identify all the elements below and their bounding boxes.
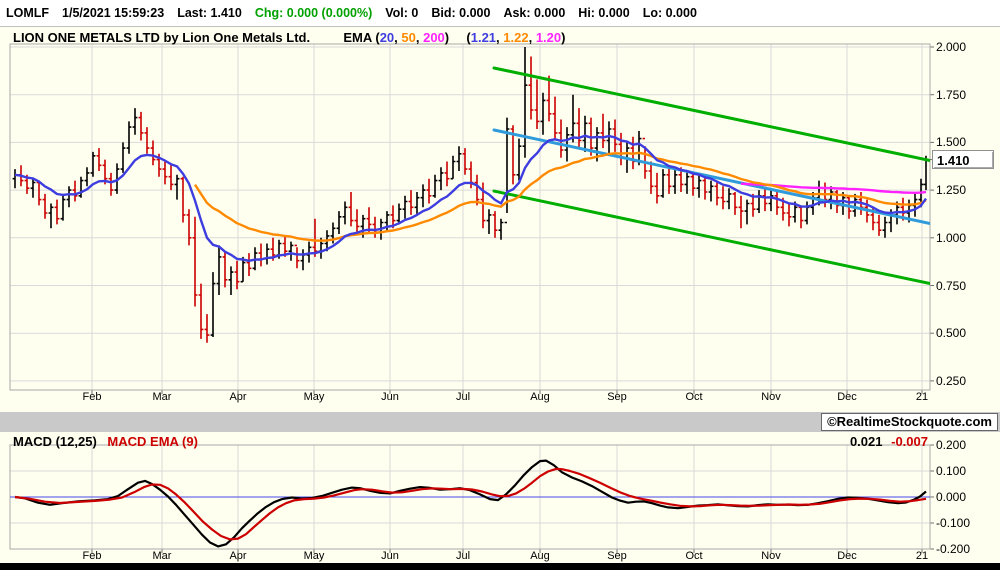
main-chart-plot-area[interactable]: [10, 44, 930, 390]
ema20-value: 1.21: [470, 30, 497, 45]
ema50-period: 50: [401, 30, 416, 45]
macd-signal-value: -0.007: [891, 434, 928, 449]
ema200-value: 1.20: [535, 30, 562, 45]
macd-plot-area[interactable]: [10, 445, 930, 549]
ema200-period: 200: [423, 30, 445, 45]
macd-label: MACD (12,25): [13, 434, 97, 449]
ema-legend: EMA (20, 50, 200): [343, 30, 450, 45]
chart-title: LION ONE METALS LTD by Lion One Metals L…: [13, 30, 311, 45]
ema20-period: 20: [379, 30, 395, 45]
ema-values: (1.21, 1.22, 1.20): [466, 30, 566, 45]
macd-header: MACD (12,25) MACD EMA (9): [13, 434, 198, 449]
macd-signal-label: MACD EMA (9): [107, 434, 198, 449]
macd-values: 0.021 -0.007: [850, 434, 928, 449]
last-price-badge: 1.410: [932, 150, 994, 169]
ema50-value: 1.22: [503, 30, 529, 45]
chart-title-row: LION ONE METALS LTD by Lion One Metals L…: [13, 30, 565, 45]
macd-value: 0.021: [849, 434, 883, 449]
stock-chart-window: LOMLF 1/5/2021 15:59:23 Last: 1.410 Chg:…: [0, 0, 1000, 570]
